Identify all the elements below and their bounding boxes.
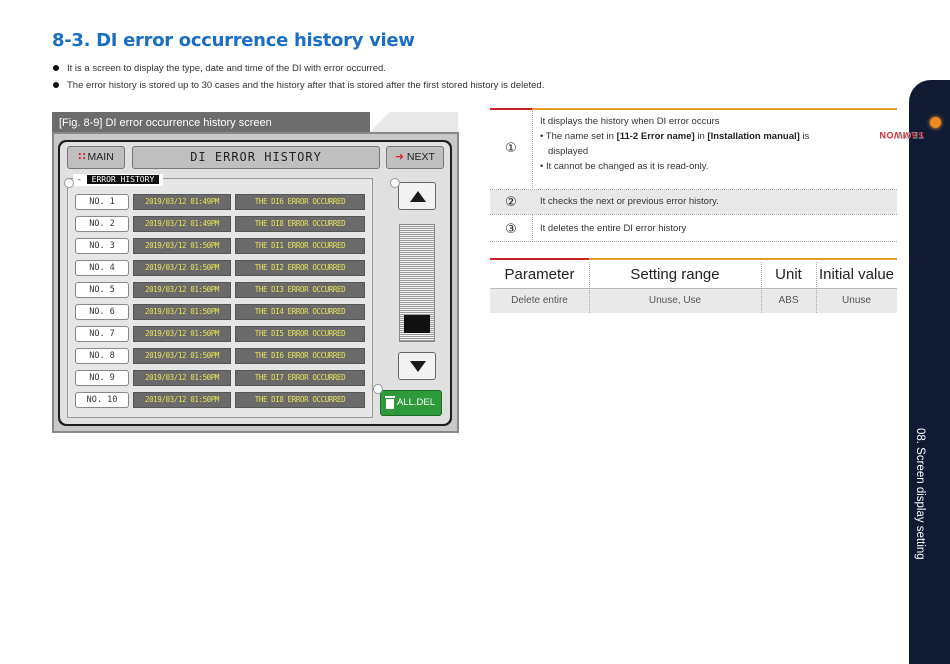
- desc-fragment: is: [799, 131, 810, 142]
- history-label-text: ERROR HISTORY: [86, 175, 160, 184]
- screen-title: DI ERROR HISTORY: [132, 146, 380, 169]
- row-datetime: 2019/03/12 01:50PM: [133, 260, 231, 276]
- row-message: THE DI3 ERROR OCCURRED: [235, 282, 365, 298]
- table-top-rule: [490, 108, 897, 110]
- param-cell: ABS: [778, 295, 799, 306]
- history-label: - ERROR HISTORY: [73, 174, 164, 186]
- desc-text-1: It displays the history when DI error oc…: [540, 114, 890, 174]
- row-number: NO. 9: [75, 370, 129, 386]
- row-message: THE DI6 ERROR OCCURRED: [235, 348, 365, 364]
- desc-bold: [11-2 Error name]: [616, 131, 695, 142]
- param-table-rule: [589, 258, 897, 260]
- column-divider: [589, 262, 590, 313]
- desc-number: ②: [505, 194, 517, 209]
- desc-bold: [Installation manual]: [707, 131, 800, 142]
- row-number: NO. 4: [75, 260, 129, 276]
- row-message: THE DI1 ERROR OCCURRED: [235, 238, 365, 254]
- param-cell: Delete entire: [511, 295, 568, 306]
- param-header: Setting range: [630, 266, 720, 283]
- param-header: Initial value: [818, 266, 895, 283]
- row-message: THE DI5 ERROR OCCURRED: [235, 326, 365, 342]
- callout-marker: [373, 384, 383, 394]
- desc-number: ①: [505, 140, 517, 155]
- chapter-label: 08. Screen display setting: [914, 428, 926, 560]
- row-datetime: 2019/03/12 01:50PM: [133, 304, 231, 320]
- scroll-up-button[interactable]: [398, 182, 436, 210]
- row-number: NO. 10: [75, 392, 129, 408]
- brand-sub: TECH: [897, 130, 925, 140]
- all-delete-label: ALL.DEL: [396, 397, 435, 408]
- main-icon: ∷: [78, 151, 86, 163]
- bullet-item: It is a screen to display the type, date…: [52, 60, 544, 77]
- arrow-right-icon: ➜: [395, 151, 404, 163]
- row-divider: [490, 241, 897, 242]
- brand-logo: SAMWON TECH: [879, 128, 926, 218]
- column-divider: [761, 262, 762, 313]
- param-cell: Unuse: [842, 295, 871, 306]
- row-message: THE DI6 ERROR OCCURRED: [235, 194, 365, 210]
- callout-marker: [64, 178, 74, 188]
- next-button[interactable]: ➜ NEXT: [386, 146, 444, 169]
- row-message: THE DI8 ERROR OCCURRED: [235, 392, 365, 408]
- param-header: Parameter: [504, 266, 575, 283]
- triangle-down-icon: [410, 361, 426, 372]
- row-datetime: 2019/03/12 01:50PM: [133, 326, 231, 342]
- row-number: NO. 2: [75, 216, 129, 232]
- row-datetime: 2019/03/12 01:50PM: [133, 282, 231, 298]
- row-number: NO. 1: [75, 194, 129, 210]
- row-message: THE DI2 ERROR OCCURRED: [235, 260, 365, 276]
- all-delete-button[interactable]: ALL.DEL: [380, 390, 442, 416]
- row-divider: [490, 214, 897, 215]
- row-datetime: 2019/03/12 01:50PM: [133, 370, 231, 386]
- desc-number: ③: [505, 221, 517, 236]
- scrollbar[interactable]: [399, 224, 435, 342]
- row-number: NO. 8: [75, 348, 129, 364]
- row-datetime: 2019/03/12 01:50PM: [133, 392, 231, 408]
- param-table-rule-accent: [490, 258, 589, 260]
- column-divider: [532, 110, 533, 240]
- row-datetime: 2019/03/12 01:49PM: [133, 216, 231, 232]
- row-datetime: 2019/03/12 01:49PM: [133, 194, 231, 210]
- param-header: Unit: [775, 266, 802, 283]
- bullet-item: The error history is stored up to 30 cas…: [52, 77, 544, 94]
- column-divider: [816, 262, 817, 313]
- section-title: 8-3. DI error occurrence history view: [52, 30, 415, 51]
- main-button-label: MAIN: [87, 151, 114, 163]
- row-datetime: 2019/03/12 01:50PM: [133, 348, 231, 364]
- bullet-list: It is a screen to display the type, date…: [52, 60, 544, 94]
- figure-tab-decoration: [370, 112, 458, 134]
- scroll-down-button[interactable]: [398, 352, 436, 380]
- row-datetime: 2019/03/12 01:50PM: [133, 238, 231, 254]
- row-number: NO. 6: [75, 304, 129, 320]
- figure-caption: [Fig. 8-9] DI error occurrence history s…: [52, 112, 382, 134]
- row-message: THE DI4 ERROR OCCURRED: [235, 304, 365, 320]
- main-button[interactable]: ∷ MAIN: [67, 146, 125, 169]
- brand-logo-icon: [930, 117, 941, 128]
- desc-line: • It cannot be changed as it is read-onl…: [540, 161, 709, 172]
- row-number: NO. 7: [75, 326, 129, 342]
- desc-line: displayed: [548, 146, 589, 157]
- row-message: THE DI8 ERROR OCCURRED: [235, 216, 365, 232]
- triangle-up-icon: [410, 191, 426, 202]
- desc-line: It displays the history when DI error oc…: [540, 116, 720, 127]
- desc-fragment: • The name set in: [540, 131, 617, 142]
- desc-text-3: It deletes the entire DI error history: [540, 223, 687, 234]
- row-message: THE DI7 ERROR OCCURRED: [235, 370, 365, 386]
- row-number: NO. 5: [75, 282, 129, 298]
- desc-text-2: It checks the next or previous error his…: [540, 196, 719, 207]
- desc-line: • The name set in [11-2 Error name] in […: [540, 129, 890, 144]
- table-top-rule-accent: [490, 108, 532, 110]
- trash-icon: [385, 396, 395, 409]
- row-number: NO. 3: [75, 238, 129, 254]
- param-cell: Unuse, Use: [648, 295, 702, 306]
- desc-fragment: in: [694, 131, 708, 142]
- scrollbar-thumb[interactable]: [404, 315, 430, 334]
- callout-marker: [390, 178, 400, 188]
- next-button-label: NEXT: [406, 151, 435, 163]
